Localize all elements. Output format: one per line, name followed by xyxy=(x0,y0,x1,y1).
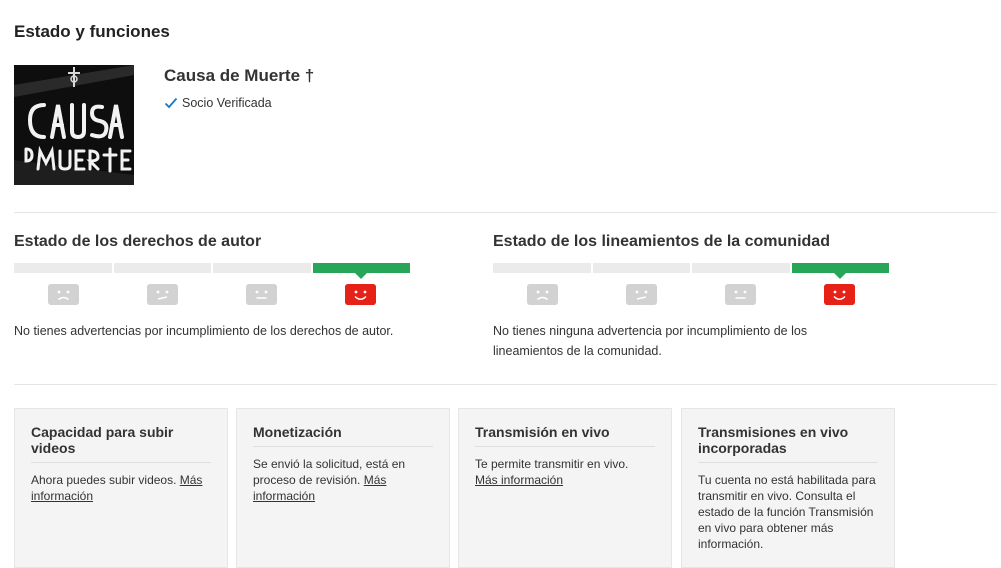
feature-card-text: Se envió la solicitud, está en proceso d… xyxy=(253,457,406,503)
causa-de-muerte-logo-icon xyxy=(14,65,134,185)
neutral-face-icon xyxy=(725,284,756,305)
check-icon xyxy=(164,97,178,109)
community-status: Estado de los lineamientos de la comunid… xyxy=(493,233,913,361)
copyright-status: Estado de los derechos de autor No tiene… xyxy=(14,233,434,341)
neutral-face-icon xyxy=(246,284,277,305)
feature-card-title: Transmisiones en vivo incorporadas xyxy=(698,424,878,463)
happy-face-icon xyxy=(345,284,376,305)
copyright-status-message: No tienes advertencias por incumplimient… xyxy=(14,324,394,338)
copyright-strike-bar xyxy=(14,263,410,279)
feature-card-text: Ahora puedes subir videos. Más informaci… xyxy=(31,473,203,503)
feature-card-live-streaming: Transmisión en vivo Te permite transmiti… xyxy=(458,408,672,568)
channel-name[interactable]: Causa de Muerte † xyxy=(164,66,314,86)
strike-segment xyxy=(213,263,311,273)
community-strike-bar xyxy=(493,263,889,279)
feature-card-embedded-live: Transmisiones en vivo incorporadas Tu cu… xyxy=(681,408,895,568)
channel-avatar[interactable] xyxy=(14,65,134,185)
feature-card-text: Te permite transmitir en vivo. Más infor… xyxy=(475,457,629,487)
page-title: Estado y funciones xyxy=(14,22,170,41)
community-status-title: Estado de los lineamientos de la comunid… xyxy=(493,233,830,250)
strike-segment-active xyxy=(312,263,410,279)
status-and-features-page: Estado y funciones Causa de Muerte † Soc… xyxy=(0,0,1001,568)
sad-face-icon xyxy=(527,284,558,305)
verified-label: Socio Verificada xyxy=(182,96,272,110)
feature-card-title: Monetización xyxy=(253,424,433,447)
unsure-face-icon xyxy=(626,284,657,305)
feature-card-monetization: Monetización Se envió la solicitud, está… xyxy=(236,408,450,568)
copyright-faces xyxy=(14,284,410,305)
happy-face-icon xyxy=(824,284,855,305)
community-status-message: No tienes ninguna advertencia por incump… xyxy=(493,324,808,358)
feature-card-title: Capacidad para subir videos xyxy=(31,424,211,463)
strike-segment xyxy=(592,263,690,273)
feature-card-text: Tu cuenta no está habilitada para transm… xyxy=(698,473,876,551)
strike-segment xyxy=(493,263,591,273)
verified-status: Socio Verificada xyxy=(164,96,272,110)
more-info-link[interactable]: Más información xyxy=(475,473,563,487)
strike-segment-active xyxy=(791,263,889,279)
feature-card-title: Transmisión en vivo xyxy=(475,424,655,447)
community-faces xyxy=(493,284,889,305)
strike-segment xyxy=(113,263,211,273)
strike-segment xyxy=(14,263,112,273)
feature-card-upload: Capacidad para subir videos Ahora puedes… xyxy=(14,408,228,568)
divider xyxy=(14,212,997,213)
strike-segment xyxy=(692,263,790,273)
copyright-status-title: Estado de los derechos de autor xyxy=(14,233,262,250)
unsure-face-icon xyxy=(147,284,178,305)
divider xyxy=(14,384,997,385)
sad-face-icon xyxy=(48,284,79,305)
